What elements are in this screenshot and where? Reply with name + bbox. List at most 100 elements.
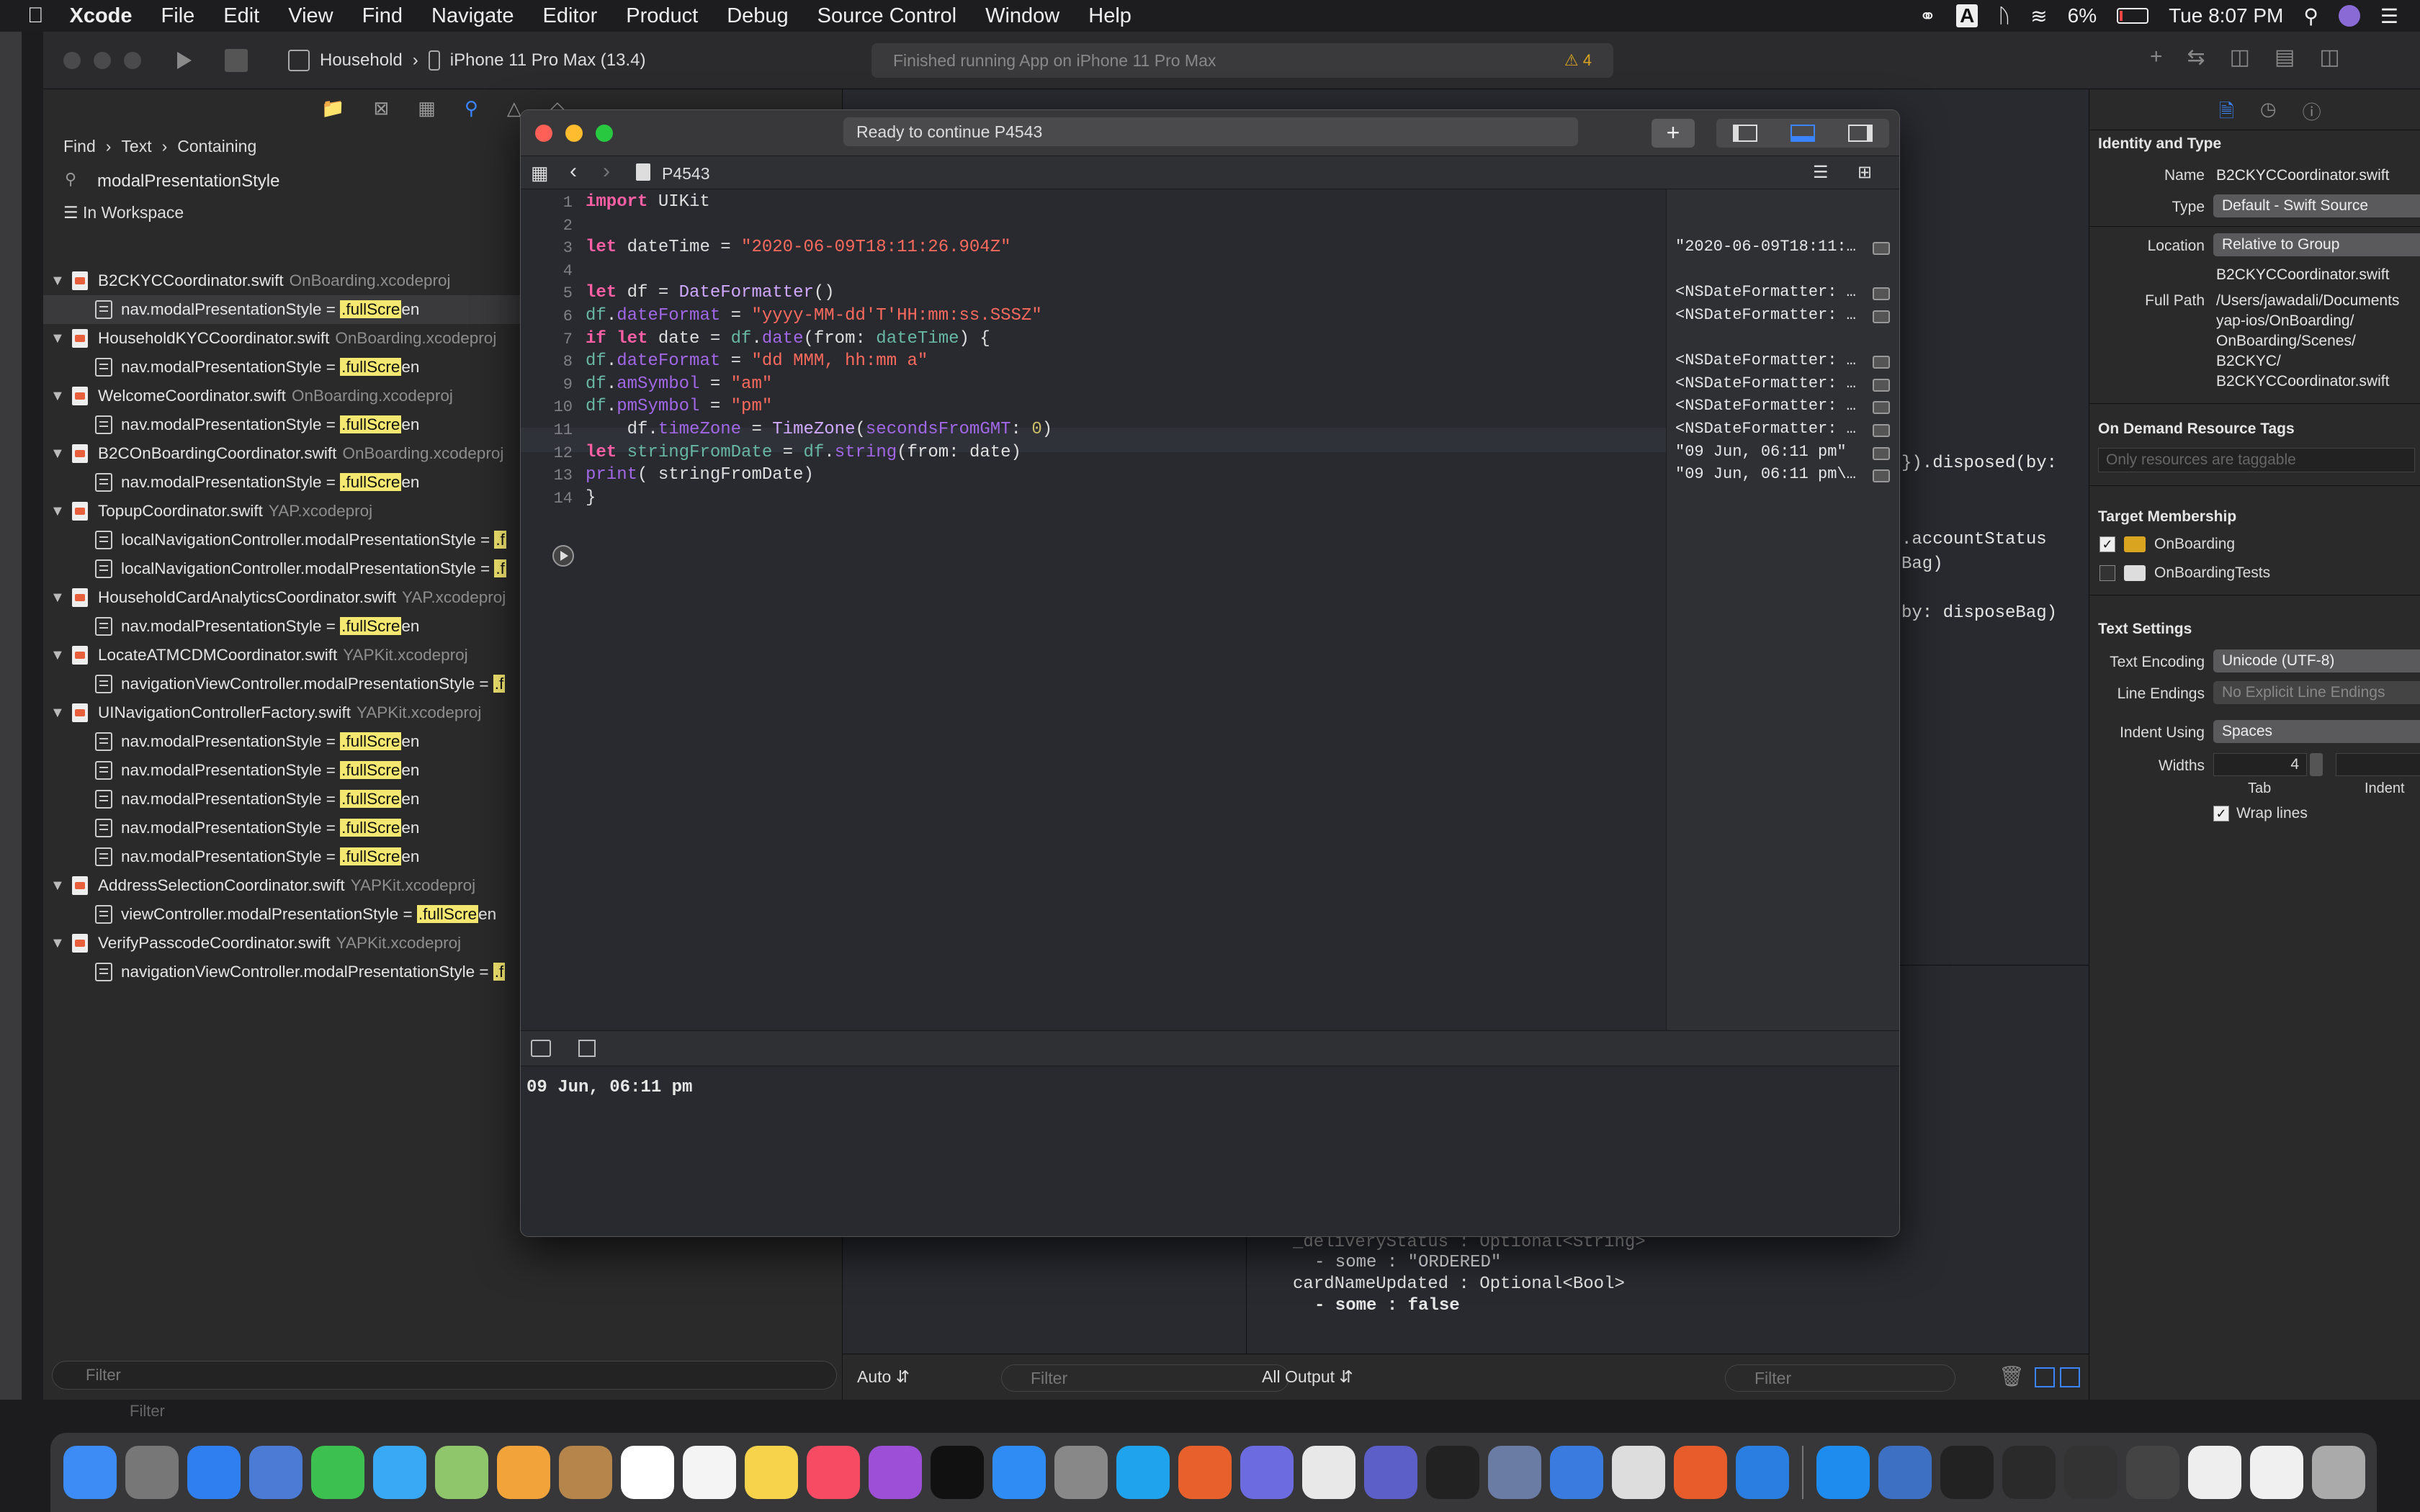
result-value[interactable]: "2020-06-09T18:11:... [1675,238,1864,256]
clear-console-icon[interactable] [578,1040,596,1057]
disclosure-triangle-icon[interactable]: ▼ [50,330,72,347]
quick-look-icon[interactable] [1873,242,1890,256]
menu-find[interactable]: Find [362,4,403,28]
disclosure-triangle-icon[interactable]: ▼ [50,446,72,462]
code-line[interactable]: let stringFromDate = df.string(from: dat… [586,443,1021,462]
destination-name[interactable]: iPhone 11 Pro Max (13.4) [450,50,646,71]
minimize-button[interactable] [94,52,111,69]
sync-icon[interactable]: ⚭ [1919,4,1936,28]
menu-view[interactable]: View [288,4,333,28]
disclosure-triangle-icon[interactable]: ▼ [50,590,72,606]
location-icon[interactable] [1736,1446,1789,1499]
related-items-icon[interactable]: ▦ [531,162,549,184]
find-type[interactable]: Text [121,137,151,156]
photos-icon[interactable] [497,1446,550,1499]
contacts-icon[interactable] [559,1446,612,1499]
scheme-selector[interactable]: Household › iPhone 11 Pro Max (13.4) [288,45,645,76]
code-line[interactable]: df.dateFormat = "dd MMM, hh:mm a" [586,351,928,371]
facetime-icon[interactable] [311,1446,364,1499]
help-inspector-icon[interactable]: ⓘ [2303,98,2321,130]
disclosure-triangle-icon[interactable]: ▼ [50,878,72,894]
user-icon[interactable] [2338,5,2360,27]
maps-icon[interactable] [435,1446,488,1499]
disclosure-triangle-icon[interactable]: ▼ [50,273,72,289]
bluetooth-icon[interactable]: ᚢ [1998,4,2010,27]
results-toggle-icon[interactable]: ☰ [1813,162,1829,183]
add-button[interactable]: + [1652,119,1695,148]
safari-icon[interactable] [187,1446,241,1499]
indent-width-field[interactable] [2336,753,2420,776]
quick-look-icon[interactable] [1873,287,1890,301]
playground-minimize-button[interactable] [565,125,583,142]
code-line[interactable]: df.dateFormat = "yyyy-MM-dd'T'HH:mm:ss.S… [586,306,1042,325]
instruments-icon[interactable] [1240,1446,1294,1499]
split-right-icon[interactable] [2060,1367,2080,1387]
toggle-navigator-icon[interactable]: ◫ [2230,45,2250,70]
chrome-icon[interactable] [1302,1446,1355,1499]
menu-window[interactable]: Window [985,4,1059,28]
close-button[interactable] [63,52,81,69]
menu-debug[interactable]: Debug [727,4,788,28]
all-output-popup[interactable]: All Output ⇵ [1262,1367,1353,1387]
project-navigator-icon[interactable]: 📁 [321,97,344,120]
find-scope[interactable]: ☰ In Workspace [63,203,184,222]
disclosure-triangle-icon[interactable]: ▼ [50,647,72,664]
variables-filter[interactable]: Filter [1001,1364,1289,1392]
auto-popup[interactable]: Auto ⇵ [857,1367,910,1387]
tab-width-stepper[interactable] [2310,753,2323,776]
all-output-label[interactable]: All Output [1262,1367,1335,1386]
window1-icon[interactable] [1940,1446,1994,1499]
location-popup[interactable]: Relative to Group [2213,233,2420,256]
type-popup[interactable]: Default - Swift Source [2213,194,2420,217]
forward-chevron-icon[interactable]: › [603,159,610,184]
spotlight-icon[interactable]: ⚲ [2303,4,2318,28]
playground-zoom-button[interactable] [596,125,613,142]
stop-button[interactable] [225,49,248,72]
console-filter[interactable]: Filter [1725,1364,1955,1392]
music-icon[interactable] [807,1446,860,1499]
result-value[interactable]: "09 Jun, 06:11 pm\n" [1675,465,1864,483]
podcasts-icon[interactable] [869,1446,922,1499]
code-review-icon[interactable]: ⇆ [2187,45,2205,70]
target-onboarding[interactable]: ✓ OnBoarding [2099,536,2235,553]
teams-icon[interactable] [1364,1446,1417,1499]
pen-icon[interactable] [1178,1446,1232,1499]
source-control-icon[interactable]: ⊠ [373,97,389,120]
debug-toggle-icon[interactable] [1774,119,1832,148]
menu-app-name[interactable]: Xcode [70,4,133,28]
folder-icon[interactable] [1878,1446,1932,1499]
quick-look-icon[interactable] [1873,446,1890,460]
window3-icon[interactable] [2064,1446,2118,1499]
toggle-debug-icon[interactable]: ▤ [2275,45,2295,70]
library-plus-icon[interactable]: + [2150,45,2163,70]
scope-label[interactable]: In Workspace [83,203,184,222]
code-line[interactable]: df.amSymbol = "am" [586,374,772,394]
back-chevron-icon[interactable]: ‹ [570,159,577,184]
xcode-icon[interactable] [1816,1446,1870,1499]
menu-file[interactable]: File [161,4,195,28]
battery-icon[interactable] [2117,8,2149,24]
navigator-filter-field[interactable]: Filter [52,1361,837,1390]
code-line[interactable]: if let date = df.date(from: dateTime) { [586,329,990,348]
launchpad-icon[interactable] [125,1446,179,1499]
disclosure-triangle-icon[interactable]: ▼ [50,388,72,405]
messages-icon[interactable] [373,1446,426,1499]
menu-edit[interactable]: Edit [223,4,259,28]
history-inspector-icon[interactable]: ◷ [2260,98,2277,130]
find-match[interactable]: Containing [177,137,256,156]
disclosure-triangle-icon[interactable]: ▼ [50,503,72,520]
code-line[interactable]: df.timeZone = TimeZone(secondsFromGMT: 0… [586,420,1053,439]
disclosure-triangle-icon[interactable]: ▼ [50,935,72,952]
trash-icon[interactable] [2312,1446,2365,1499]
code-editor[interactable]: import UIKit let dateTime = "2020-06-09T1… [586,189,1464,1140]
menu-navigate[interactable]: Navigate [431,4,514,28]
window2-icon[interactable] [2002,1446,2056,1499]
playground-close-button[interactable] [535,125,552,142]
quick-look-icon[interactable] [1873,401,1890,415]
apple-icon[interactable]:  [27,4,44,28]
files-icon[interactable] [1550,1446,1603,1499]
finder-icon[interactable] [63,1446,117,1499]
file-inspector-icon[interactable]: 🗎 [2219,98,2234,130]
trash-console-icon[interactable]: 🗑 [1999,1364,2025,1388]
quick-look-icon[interactable] [1873,424,1890,437]
